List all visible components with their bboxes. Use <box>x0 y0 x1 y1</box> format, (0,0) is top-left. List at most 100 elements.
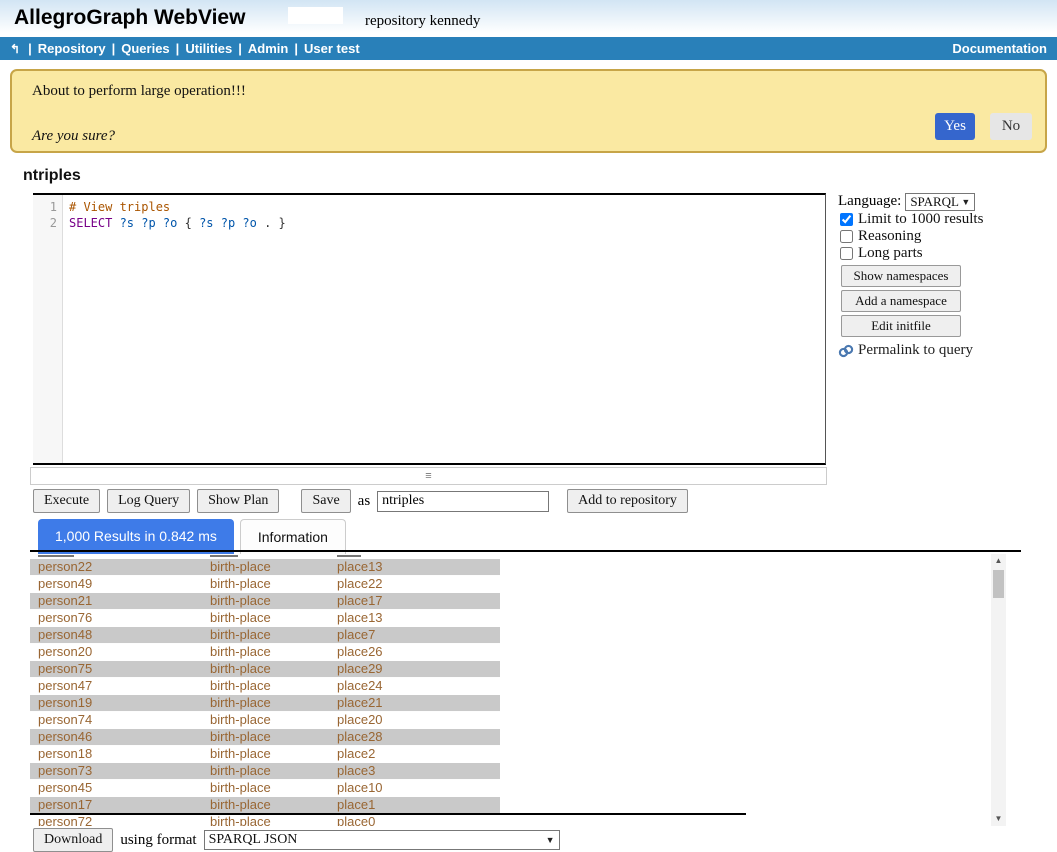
scroll-up-icon[interactable]: ▲ <box>991 554 1006 568</box>
editor-resize-handle[interactable]: ≡ <box>30 467 827 485</box>
results-panel: person22birth-placeplace13person49birth-… <box>30 554 1006 826</box>
table-cell: place0 <box>337 814 375 826</box>
table-row: person47birth-placeplace24 <box>30 678 500 695</box>
permalink-label: Permalink to query <box>858 342 973 359</box>
query-name-input[interactable] <box>377 491 549 512</box>
blank-box <box>288 7 343 24</box>
code-token: # View triples <box>69 200 170 214</box>
results-endline <box>30 813 746 815</box>
nav-separator: | <box>176 41 180 56</box>
alert-question: Are you sure? <box>32 128 115 145</box>
link-icon <box>838 344 854 358</box>
table-row: person17birth-placeplace1 <box>30 797 500 814</box>
table-cell: person21 <box>38 593 92 609</box>
code-line: SELECT ?s ?p ?o { ?s ?p ?o . } <box>69 215 825 231</box>
table-row: person18 birth-place place2 <box>30 746 500 763</box>
code-token: ?s ?p ?o <box>112 216 184 230</box>
editor-code[interactable]: # View triplesSELECT ?s ?p ?o { ?s ?p ?o… <box>63 195 825 463</box>
table-cell: birth-place <box>210 627 271 643</box>
checkbox[interactable] <box>840 247 853 260</box>
checkbox[interactable] <box>840 230 853 243</box>
table-row: person75birth-placeplace29 <box>30 661 500 678</box>
table-cell: place29 <box>337 661 383 677</box>
confirmation-banner: About to perform large operation!!! Are … <box>10 69 1047 153</box>
show-plan-button[interactable]: Show Plan <box>197 489 279 513</box>
as-label: as <box>358 493 371 510</box>
table-cell: birth-place <box>210 576 271 592</box>
table-cell: person18 <box>38 746 92 762</box>
table-row: person72 birth-place place0 <box>30 814 500 826</box>
table-cell: place7 <box>337 627 375 643</box>
permalink-link[interactable]: Permalink to query <box>838 342 1054 359</box>
table-cell: person74 <box>38 712 92 728</box>
nav-item-admin[interactable]: Admin <box>248 41 288 56</box>
nav-item-queries[interactable]: Queries <box>121 41 169 56</box>
format-select[interactable]: SPARQL JSON ▼ <box>204 830 560 850</box>
nav-separator: | <box>28 41 32 56</box>
line-number: 1 <box>33 199 62 215</box>
code-token: { <box>185 216 192 230</box>
table-cell: birth-place <box>210 746 271 762</box>
line-number: 2 <box>33 215 62 231</box>
tab-results[interactable]: 1,000 Results in 0.842 ms <box>38 519 234 554</box>
table-cell: place24 <box>337 678 383 694</box>
download-button[interactable]: Download <box>33 828 113 852</box>
option-checkbox-row[interactable]: Limit to 1000 results <box>838 211 1054 228</box>
table-row: person74 birth-place place20 <box>30 712 500 729</box>
query-name-heading: ntriples <box>23 167 81 185</box>
save-button[interactable]: Save <box>301 489 350 513</box>
table-cell: birth-place <box>210 797 271 813</box>
tab-information[interactable]: Information <box>240 519 346 554</box>
tabs-underline <box>30 550 1021 552</box>
nav-bar: ↰ |Repository|Queries|Utilities|Admin|Us… <box>0 37 1057 60</box>
table-cell: birth-place <box>210 712 271 728</box>
nav-item-utilities[interactable]: Utilities <box>185 41 232 56</box>
table-cell: birth-place <box>210 678 271 694</box>
checkbox-label: Reasoning <box>858 228 921 245</box>
log-query-button[interactable]: Log Query <box>107 489 190 513</box>
option-button-show-namespaces[interactable]: Show namespaces <box>841 265 961 287</box>
table-cell: person72 <box>38 814 92 826</box>
option-checkbox-row[interactable]: Long parts <box>838 245 1054 262</box>
table-cell: birth-place <box>210 814 271 826</box>
format-value: SPARQL JSON <box>209 832 298 847</box>
query-options-panel: Language: SPARQL ▼ Limit to 1000 results… <box>838 192 1054 359</box>
nav-item-documentation[interactable]: Documentation <box>952 41 1047 56</box>
query-editor[interactable]: 12 # View triplesSELECT ?s ?p ?o { ?s ?p… <box>33 193 826 465</box>
page: { "header": { "title": "AllegroGraph Web… <box>0 0 1057 850</box>
checkbox-label: Long parts <box>858 245 923 262</box>
no-button[interactable]: No <box>990 113 1032 140</box>
option-button-edit-initfile[interactable]: Edit initfile <box>841 315 961 337</box>
table-cell: place1 <box>337 797 375 813</box>
option-button-add-a-namespace[interactable]: Add a namespace <box>841 290 961 312</box>
table-row: person22birth-placeplace13 <box>30 559 500 576</box>
checkbox[interactable] <box>840 213 853 226</box>
table-cell: birth-place <box>210 593 271 609</box>
option-checkbox-row[interactable]: Reasoning <box>838 228 1054 245</box>
table-cell: place26 <box>337 644 383 660</box>
table-row: person21birth-placeplace17 <box>30 593 500 610</box>
table-cell: place20 <box>337 712 383 728</box>
nav-item-user-test[interactable]: User test <box>304 41 360 56</box>
language-label: Language: <box>838 193 901 210</box>
code-line: # View triples <box>69 199 825 215</box>
table-cell: birth-place <box>210 644 271 660</box>
add-to-repository-button[interactable]: Add to repository <box>567 489 688 513</box>
back-arrow-icon[interactable]: ↰ <box>10 42 20 56</box>
execute-button[interactable]: Execute <box>33 489 100 513</box>
format-label: using format <box>120 832 196 849</box>
yes-button[interactable]: Yes <box>935 113 975 140</box>
language-select[interactable]: SPARQL ▼ <box>905 193 975 211</box>
nav-separator: | <box>294 41 298 56</box>
table-cell: place2 <box>337 746 375 762</box>
nav-item-repository[interactable]: Repository <box>38 41 106 56</box>
editor-gutter: 12 <box>33 195 63 463</box>
scroll-down-icon[interactable]: ▼ <box>991 812 1006 826</box>
table-cell: person46 <box>38 729 92 745</box>
table-cell: place13 <box>337 610 383 626</box>
table-cell: place22 <box>337 576 383 592</box>
table-cell: birth-place <box>210 763 271 779</box>
code-token: . } <box>264 216 286 230</box>
scrollbar-thumb[interactable] <box>993 570 1004 598</box>
results-scrollbar[interactable]: ▲ ▼ <box>991 554 1006 826</box>
